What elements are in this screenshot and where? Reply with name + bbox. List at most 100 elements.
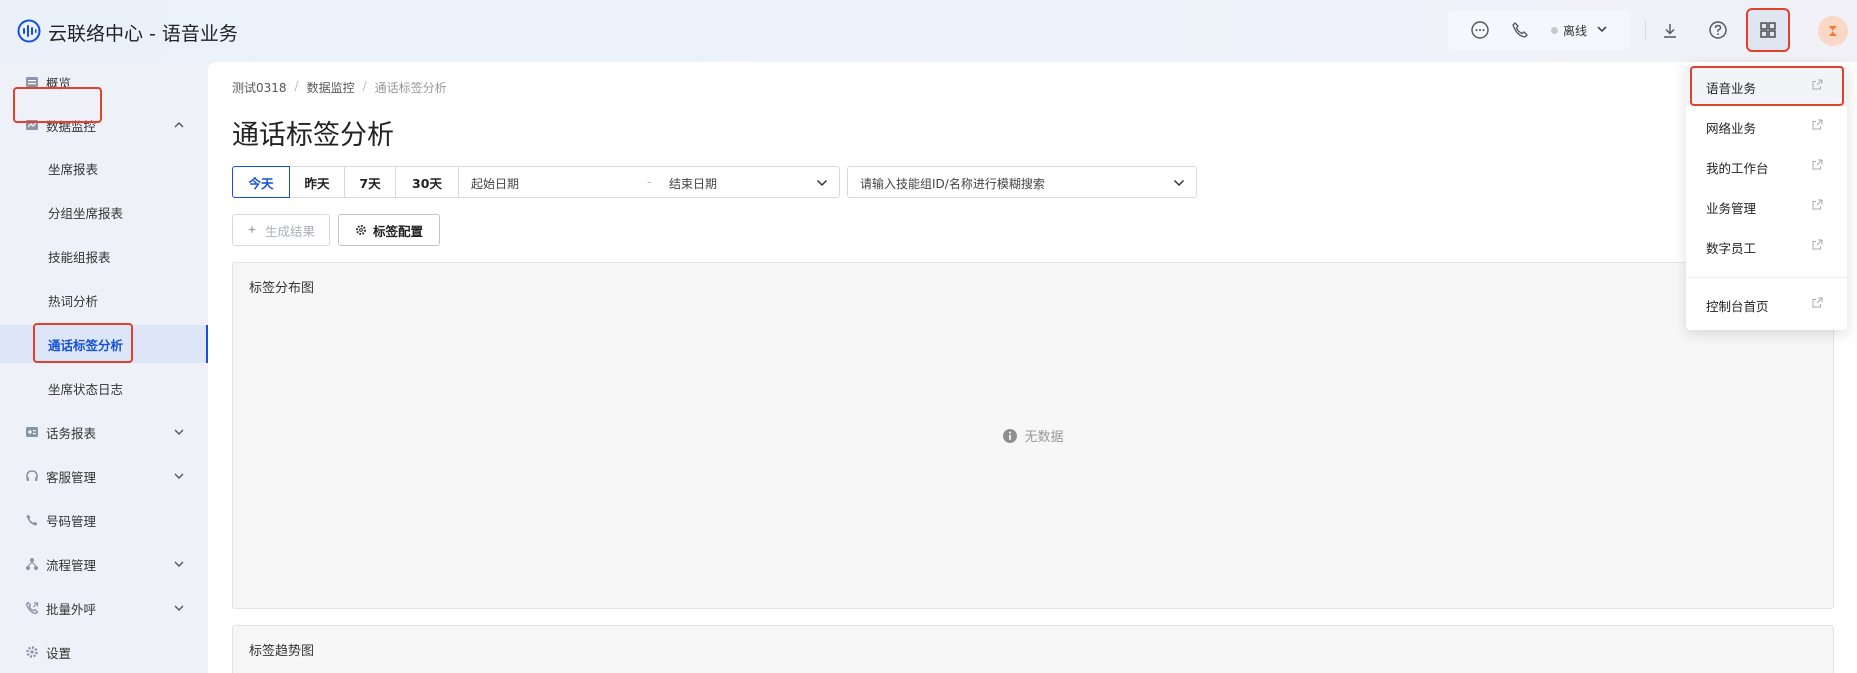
tag-config-label: 标签配置: [372, 223, 423, 239]
top-header: 云联络中心 - 语音业务 离线: [0, 0, 1857, 62]
download-icon[interactable]: [1658, 19, 1682, 43]
menu-divider: [1686, 277, 1847, 278]
main-panel: 测试0318 / 数据监控 / 通话标签分析 通话标签分析 今天 昨天 7天 3…: [208, 62, 1857, 673]
empty-text: 无数据: [1024, 430, 1064, 445]
sidebar-item-customer-service[interactable]: 客服管理: [0, 456, 208, 496]
page-title: 通话标签分析: [232, 120, 394, 151]
info-icon: [1003, 428, 1018, 443]
chevron-down-icon[interactable]: [1172, 176, 1186, 190]
sidebar-item-label: 坐席状态日志: [48, 381, 124, 397]
menu-item-label: 我的工作台: [1706, 161, 1769, 176]
gear-icon: [355, 225, 366, 235]
highlight-box: [1690, 66, 1844, 106]
range-yesterday-button[interactable]: 昨天: [289, 166, 345, 198]
range-7days-button[interactable]: 7天: [344, 166, 396, 198]
sidebar-item-label: 流程管理: [46, 557, 97, 573]
sidebar-item-batch-outbound[interactable]: 批量外呼: [0, 588, 208, 628]
menu-item-my-workbench[interactable]: 我的工作台: [1686, 146, 1847, 186]
sidebar-subitem-agent-report[interactable]: 坐席报表: [0, 148, 208, 188]
menu-item-label: 业务管理: [1706, 201, 1757, 216]
sparkle-icon: [247, 225, 257, 234]
sidebar-item-label: 分组坐席报表: [48, 205, 124, 221]
sidebar-item-label: 坐席报表: [48, 161, 99, 177]
sidebar-item-label: 设置: [46, 645, 72, 661]
range-30days-button[interactable]: 30天: [395, 166, 459, 198]
phone-icon[interactable]: [1508, 18, 1532, 42]
chevron-down-icon: [174, 561, 184, 567]
external-link-icon: [1812, 239, 1823, 250]
status-dot: [1551, 27, 1558, 34]
sidebar-subitem-skill-group-report[interactable]: 技能组报表: [0, 236, 208, 276]
apps-grid-button[interactable]: [1746, 8, 1790, 52]
logo-icon: [17, 19, 41, 43]
breadcrumb-item[interactable]: 测试0318: [232, 79, 287, 96]
tag-trend-card: 标签趋势图: [232, 625, 1834, 673]
empty-state: 无数据: [233, 263, 1833, 608]
chevron-down-icon[interactable]: [815, 176, 829, 190]
date-separator: -: [647, 175, 652, 189]
header-divider: [1645, 20, 1646, 40]
phone-icon: [24, 512, 40, 528]
breadcrumb-item[interactable]: 数据监控: [307, 79, 355, 96]
tag-config-button[interactable]: 标签配置: [338, 214, 440, 246]
breadcrumb: 测试0318 / 数据监控 / 通话标签分析: [232, 79, 447, 96]
sidebar: 概览 数据监控 坐席报表 分组坐席报表 技能组报表 热词分析 通话标签分析 坐席…: [0, 62, 208, 673]
generate-result-button[interactable]: 生成结果: [232, 214, 330, 246]
help-icon[interactable]: [1706, 18, 1730, 42]
sidebar-item-label: 批量外呼: [46, 601, 97, 617]
chevron-down-icon: [174, 473, 184, 479]
avatar[interactable]: [1818, 16, 1848, 46]
chevron-down-icon: [174, 605, 184, 611]
end-date-input[interactable]: 结束日期: [669, 175, 717, 192]
breadcrumb-current: 通话标签分析: [374, 81, 447, 95]
sidebar-item-label: 热词分析: [48, 293, 99, 309]
sidebar-item-settings[interactable]: 设置: [0, 632, 208, 672]
sidebar-item-label: 技能组报表: [48, 249, 111, 265]
start-date-input[interactable]: 起始日期: [471, 175, 519, 192]
menu-item-label: 控制台首页: [1706, 299, 1769, 314]
headset-icon: [24, 468, 40, 484]
date-range-picker[interactable]: 起始日期 - 结束日期: [458, 166, 840, 198]
outbound-icon: [24, 600, 40, 616]
external-link-icon: [1812, 119, 1823, 130]
gear-icon: [24, 644, 40, 660]
sidebar-item-number-management[interactable]: 号码管理: [0, 500, 208, 540]
menu-item-console-home[interactable]: 控制台首页: [1686, 284, 1847, 324]
menu-item-business-management[interactable]: 业务管理: [1686, 186, 1847, 226]
agent-status[interactable]: 离线: [1563, 22, 1587, 39]
card-title: 标签趋势图: [249, 644, 315, 659]
tag-distribution-card: 标签分布图 无数据: [232, 262, 1834, 609]
apps-dropdown-menu: 语音业务 网络业务 我的工作台 业务管理 数字员工 控制台首页: [1686, 62, 1847, 330]
highlight-box: [13, 87, 102, 123]
chat-icon[interactable]: [1468, 18, 1492, 42]
app-title: 云联络中心 - 语音业务: [48, 23, 238, 45]
sidebar-item-label: 客服管理: [46, 469, 97, 485]
chevron-down-icon: [174, 429, 184, 435]
breadcrumb-separator: /: [294, 79, 299, 93]
sidebar-item-flow-management[interactable]: 流程管理: [0, 544, 208, 584]
chevron-down-icon[interactable]: [1596, 23, 1608, 35]
search-placeholder: 请输入技能组ID/名称进行模糊搜索: [860, 177, 1045, 191]
menu-item-label: 网络业务: [1706, 121, 1757, 136]
flow-icon: [24, 556, 40, 572]
highlight-box: [33, 323, 133, 363]
external-link-icon: [1812, 199, 1823, 210]
menu-item-label: 数字员工: [1706, 241, 1757, 256]
range-today-button[interactable]: 今天: [232, 166, 290, 198]
sidebar-subitem-hotword-analysis[interactable]: 热词分析: [0, 280, 208, 320]
breadcrumb-separator: /: [362, 79, 367, 93]
sidebar-subitem-agent-status-log[interactable]: 坐席状态日志: [0, 368, 208, 408]
external-link-icon: [1812, 159, 1823, 170]
external-link-icon: [1812, 297, 1823, 308]
menu-item-digital-employee[interactable]: 数字员工: [1686, 226, 1847, 266]
menu-item-network-business[interactable]: 网络业务: [1686, 106, 1847, 146]
sidebar-subitem-group-agent-report[interactable]: 分组坐席报表: [0, 192, 208, 232]
sidebar-item-label: 话务报表: [46, 425, 97, 441]
generate-result-label: 生成结果: [264, 223, 315, 239]
chevron-up-icon: [174, 122, 184, 128]
report-icon: [24, 424, 40, 440]
apps-grid-icon: [1760, 22, 1776, 38]
sidebar-item-traffic-report[interactable]: 话务报表: [0, 412, 208, 452]
sidebar-item-label: 号码管理: [46, 513, 97, 529]
skill-group-search-select[interactable]: 请输入技能组ID/名称进行模糊搜索: [847, 166, 1197, 198]
